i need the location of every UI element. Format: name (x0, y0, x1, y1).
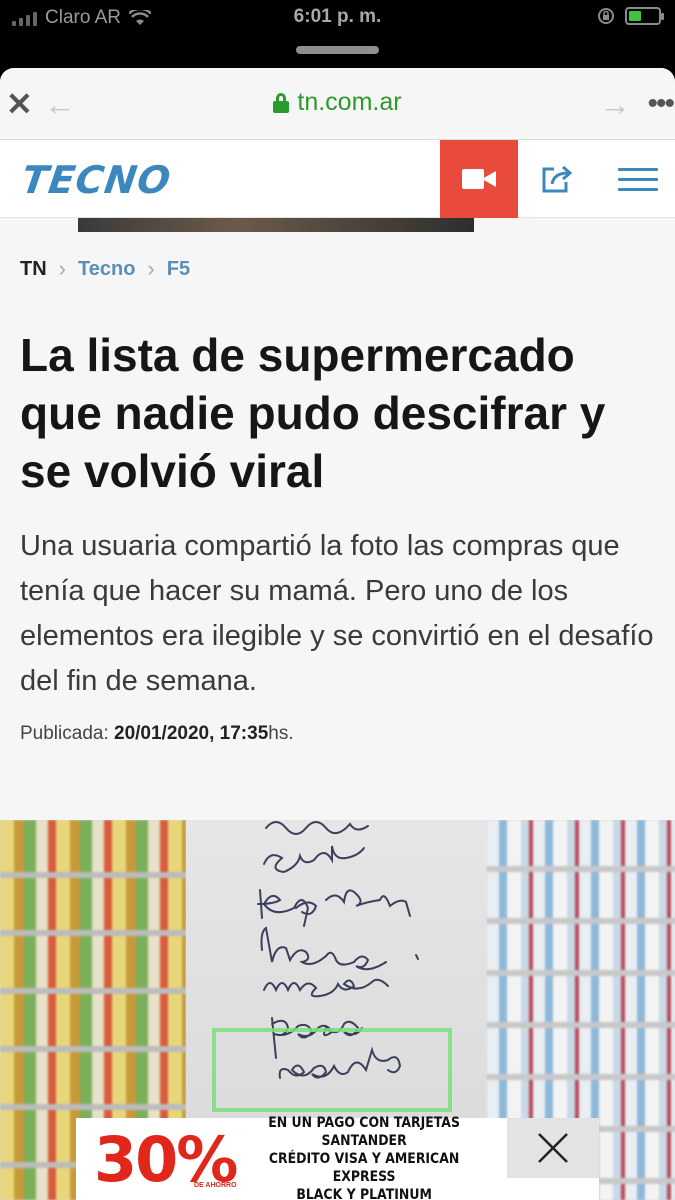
publish-date: Publicada: 20/01/2020, 17:35hs. (20, 723, 294, 745)
ad-close-button[interactable] (507, 1118, 599, 1178)
breadcrumb-item-tecno[interactable]: Tecno (78, 258, 135, 281)
ad-line-1: EN UN PAGO CON TARJETAS SANTANDER (268, 1115, 461, 1149)
site-header: TECNO (0, 140, 675, 218)
header-image-strip (78, 218, 474, 232)
ad-copy: EN UN PAGO CON TARJETAS SANTANDER CRÉDIT… (248, 1114, 480, 1200)
article-headline: La lista de supermercado que nadie pudo … (20, 329, 606, 497)
publish-label: Publicada: (20, 723, 109, 744)
article-subheadline: Una usuaria compartió la foto las compra… (20, 530, 654, 697)
browser-sheet: ✕ ← tn.com.ar → ••• TECNO TN › Tecno › F… (0, 68, 675, 1200)
forward-arrow-icon[interactable]: → (599, 86, 631, 122)
chevron-right-icon: › (147, 256, 155, 281)
breadcrumb-item-tn[interactable]: TN (20, 258, 47, 281)
more-options-icon[interactable]: ••• (647, 86, 674, 122)
tecno-logo[interactable]: TECNO (19, 158, 174, 202)
ad-line-3: BLACK Y PLATINUM (296, 1187, 433, 1200)
rotation-lock-icon (598, 8, 614, 24)
chevron-right-icon: › (58, 256, 66, 281)
video-button[interactable] (440, 140, 518, 218)
breadcrumb-item-f5[interactable]: F5 (167, 258, 190, 281)
status-bar: Claro AR 6:01 p. m. (0, 0, 675, 36)
sheet-grabber[interactable] (296, 46, 379, 54)
battery-icon (625, 7, 664, 25)
share-icon (542, 165, 573, 193)
address-field[interactable]: tn.com.ar (0, 88, 675, 117)
hamburger-menu-icon[interactable] (600, 140, 675, 218)
url-text: tn.com.ar (297, 88, 402, 116)
publish-datetime: 20/01/2020, 17:35 (114, 723, 269, 744)
share-button[interactable] (518, 140, 596, 218)
lock-icon (273, 92, 290, 113)
ad-line-2: CRÉDITO VISA Y AMERICAN EXPRESS (269, 1151, 460, 1185)
breadcrumb: TN › Tecno › F5 (20, 256, 190, 282)
ad-banner[interactable]: 30% DE AHORRO EN UN PAGO CON TARJETAS SA… (76, 1115, 599, 1200)
close-icon (538, 1133, 568, 1163)
clock: 6:01 p. m. (293, 6, 382, 27)
url-bar: ✕ ← tn.com.ar → ••• (0, 68, 675, 140)
publish-suffix: hs. (268, 723, 294, 744)
ad-discount-label: DE AHORRO (194, 1182, 237, 1189)
video-camera-icon (462, 169, 496, 189)
